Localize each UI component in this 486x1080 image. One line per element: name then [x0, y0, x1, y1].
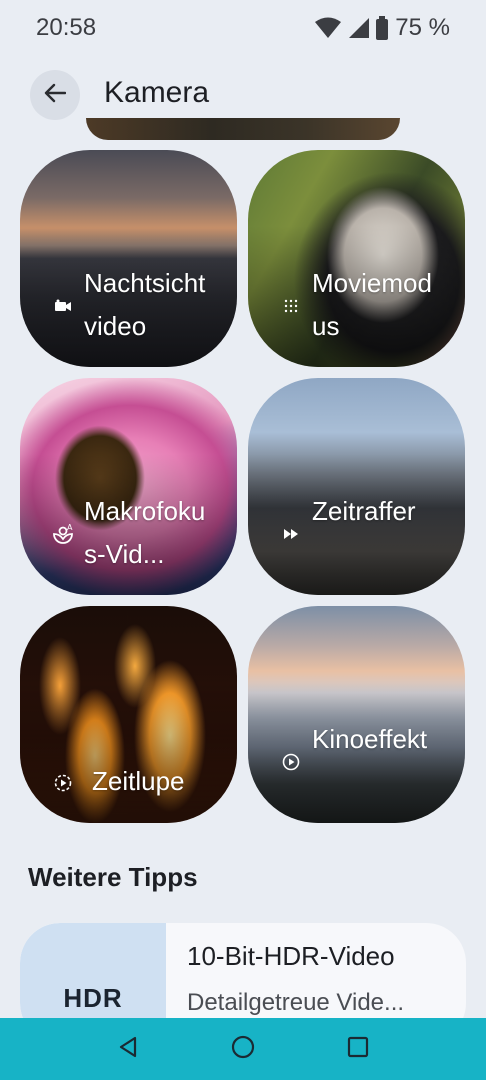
tip-tile-macro-video[interactable]: A Makrofokus-Vid...: [20, 378, 237, 595]
tip-tile-night-video[interactable]: Nachtsichtvideo: [20, 150, 237, 367]
status-bar: 20:58 75 %: [0, 0, 486, 56]
status-icons: 75 %: [315, 14, 450, 42]
scrolled-tile-edge: [86, 118, 400, 140]
status-time: 20:58: [36, 14, 97, 41]
tile-label: Zeitlupe: [92, 766, 185, 796]
recents-square-icon: [347, 1036, 369, 1063]
tile-label: Moviemodus: [312, 268, 432, 341]
arrow-left-icon: [44, 83, 67, 108]
tip-description: Detailgetreue Vide...: [187, 989, 405, 1016]
dots-grid-icon: [280, 295, 302, 317]
home-circle-icon: [231, 1035, 255, 1064]
page-title: Kamera: [104, 76, 210, 109]
nav-home-button[interactable]: [223, 1029, 263, 1069]
tile-label: Kinoeffekt: [312, 724, 428, 754]
fast-forward-icon: [280, 523, 302, 545]
tile-label: Zeitraffer: [312, 496, 416, 526]
tip-title: 10-Bit-HDR-Video: [187, 941, 395, 971]
tip-tile-movie-mode[interactable]: Moviemodus: [248, 150, 465, 367]
signal-icon: [347, 17, 370, 39]
tip-tile-slow-motion[interactable]: Zeitlupe: [20, 606, 237, 823]
nav-back-button[interactable]: [108, 1029, 148, 1069]
slow-motion-icon: [52, 772, 74, 794]
battery-percent: 75 %: [395, 14, 450, 41]
macro-flower-icon: A: [52, 523, 74, 545]
nav-recents-button[interactable]: [338, 1029, 378, 1069]
wifi-icon: [315, 17, 342, 39]
tip-tile-timelapse[interactable]: Zeitraffer: [248, 378, 465, 595]
system-nav-bar: [0, 1018, 486, 1080]
tip-tile-cinematic[interactable]: Kinoeffekt: [248, 606, 465, 823]
camera-tips-grid: Nachtsichtvideo Moviemodus A Makrofokus-…: [20, 150, 466, 823]
video-camera-icon: [52, 295, 74, 317]
tile-label: Nachtsichtvideo: [84, 268, 206, 341]
section-heading-more-tips: Weitere Tipps: [28, 862, 198, 892]
svg-text:A: A: [67, 523, 73, 532]
cinematic-icon: [280, 751, 302, 773]
battery-icon: [375, 16, 389, 40]
back-triangle-icon: [117, 1036, 139, 1063]
back-button[interactable]: [30, 70, 80, 120]
tile-label: Makrofokus-Vid...: [84, 496, 206, 569]
hdr-badge: HDR: [63, 982, 123, 1013]
